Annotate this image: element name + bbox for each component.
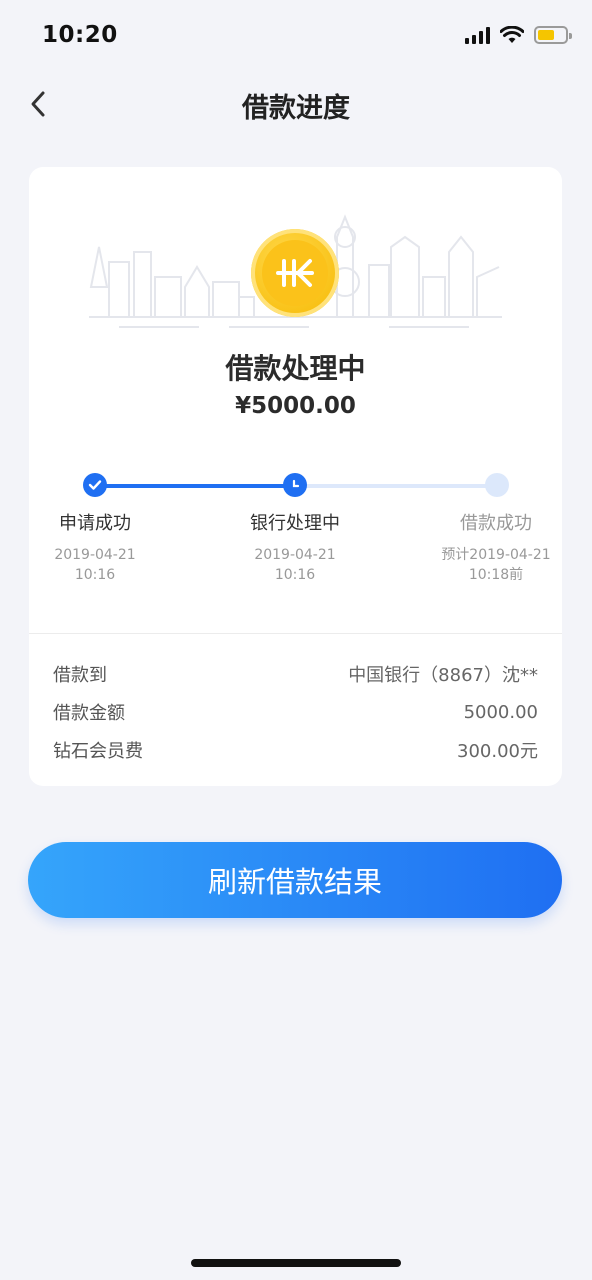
status-bar: 10:20 bbox=[0, 0, 592, 72]
loan-status-card: 借款处理中 ¥5000.00 申请成功 2019-04-21 10:16 银行处… bbox=[29, 167, 562, 786]
step-label: 申请成功 bbox=[59, 513, 131, 534]
loan-amount: ¥5000.00 bbox=[235, 393, 356, 419]
clock-icon bbox=[283, 473, 307, 497]
step-label: 银行处理中 bbox=[250, 513, 340, 534]
divider bbox=[29, 633, 562, 634]
detail-key: 钻石会员费 bbox=[53, 741, 143, 762]
step-loan-success: 借款成功 预计2019-04-21 10:18前 bbox=[421, 511, 571, 585]
cellular-signal-icon bbox=[465, 26, 490, 44]
detail-row-membership-fee: 钻石会员费 300.00元 bbox=[53, 731, 538, 769]
nav-bar: 借款进度 bbox=[0, 72, 592, 134]
step-time: 10:18前 bbox=[468, 567, 524, 583]
battery-icon bbox=[534, 26, 572, 44]
battery-level bbox=[538, 30, 554, 40]
pending-dot-icon bbox=[485, 473, 509, 497]
step-bank-processing: 银行处理中 2019-04-21 10:16 bbox=[220, 511, 370, 585]
coin-icon bbox=[251, 229, 339, 317]
wifi-icon bbox=[500, 26, 524, 43]
loan-detail-list: 借款到 中国银行（8867）沈** 借款金额 5000.00 钻石会员费 300… bbox=[53, 655, 538, 769]
progress-tracker: 申请成功 2019-04-21 10:16 银行处理中 2019-04-21 1… bbox=[29, 467, 562, 597]
status-time: 10:20 bbox=[42, 22, 118, 48]
step-label: 借款成功 bbox=[460, 513, 532, 534]
step-time: 10:16 bbox=[74, 567, 116, 583]
progress-line-pending bbox=[295, 484, 497, 488]
status-icons bbox=[465, 26, 572, 44]
detail-value: 300.00元 bbox=[457, 741, 538, 762]
page-title: 借款进度 bbox=[242, 93, 350, 124]
detail-value: 5000.00 bbox=[463, 701, 538, 723]
home-indicator bbox=[191, 1259, 401, 1267]
loan-progress-page: 10:20 借款进度 借款处理中 ¥5000.00 申请成功 2019-04-2… bbox=[0, 0, 592, 1280]
detail-row-destination: 借款到 中国银行（8867）沈** bbox=[53, 655, 538, 693]
refresh-result-button[interactable]: 刷新借款结果 bbox=[28, 842, 562, 918]
step-date: 2019-04-21 bbox=[54, 547, 136, 563]
progress-line-done bbox=[95, 484, 295, 488]
detail-key: 借款到 bbox=[53, 665, 107, 686]
detail-key: 借款金额 bbox=[53, 703, 125, 724]
loan-status-title: 借款处理中 bbox=[225, 352, 366, 385]
detail-value: 中国银行（8867）沈** bbox=[348, 665, 538, 686]
check-icon bbox=[83, 473, 107, 497]
detail-row-amount: 借款金额 5000.00 bbox=[53, 693, 538, 731]
step-date: 预计2019-04-21 bbox=[441, 547, 551, 563]
step-date: 2019-04-21 bbox=[254, 547, 336, 563]
step-time: 10:16 bbox=[274, 567, 316, 583]
step-apply: 申请成功 2019-04-21 10:16 bbox=[20, 511, 170, 585]
